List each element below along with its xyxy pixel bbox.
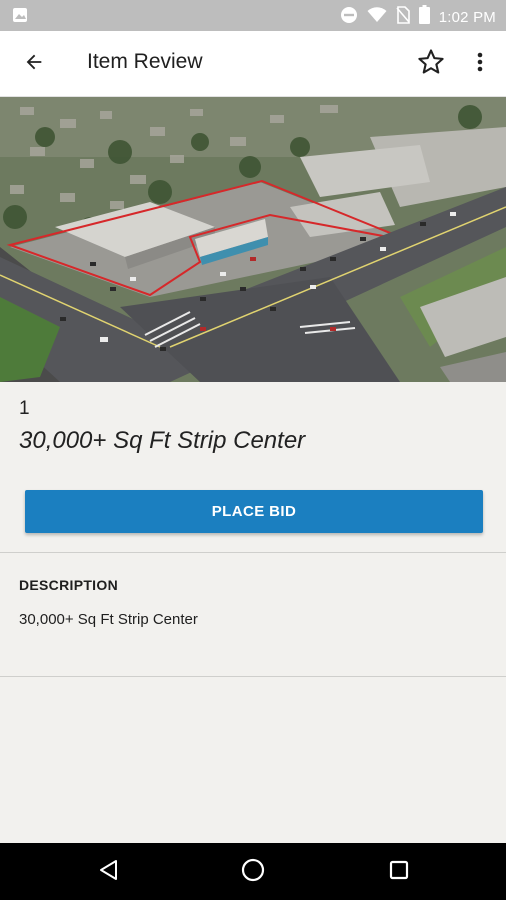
do-not-disturb-icon — [340, 6, 358, 29]
status-time: 1:02 PM — [438, 8, 496, 26]
overflow-menu-button[interactable] — [464, 44, 496, 84]
description-text: 30,000+ Sq Ft Strip Center — [19, 611, 198, 628]
back-button[interactable] — [14, 44, 54, 84]
wifi-icon — [367, 6, 387, 28]
divider — [0, 552, 506, 553]
nav-home-button[interactable] — [236, 855, 270, 889]
description-heading: DESCRIPTION — [19, 577, 118, 593]
back-triangle-icon — [98, 859, 120, 886]
favorite-button[interactable] — [410, 43, 452, 85]
no-sim-icon — [396, 5, 410, 29]
more-vert-icon — [477, 52, 483, 77]
navigation-bar — [0, 843, 506, 900]
status-icons: 1:02 PM — [340, 5, 496, 29]
notification-image-icon — [12, 7, 28, 28]
arrow-back-icon — [23, 51, 45, 78]
star-outline-icon — [416, 47, 446, 82]
home-circle-icon — [241, 858, 265, 887]
place-bid-button[interactable]: PLACE BID — [25, 490, 483, 533]
battery-icon — [418, 5, 430, 29]
item-photo[interactable] — [0, 97, 506, 382]
nav-recents-button[interactable] — [382, 855, 416, 889]
app-bar: Item Review — [0, 31, 506, 97]
nav-back-button[interactable] — [92, 855, 126, 889]
recents-square-icon — [388, 859, 410, 886]
screen: 1:02 PM Item Review 1 30,000+ Sq Ft Stri… — [0, 0, 506, 900]
page-title: Item Review — [87, 50, 203, 73]
status-bar: 1:02 PM — [0, 0, 506, 31]
item-title: 30,000+ Sq Ft Strip Center — [19, 427, 306, 454]
divider — [0, 676, 506, 677]
lot-number: 1 — [19, 398, 30, 419]
